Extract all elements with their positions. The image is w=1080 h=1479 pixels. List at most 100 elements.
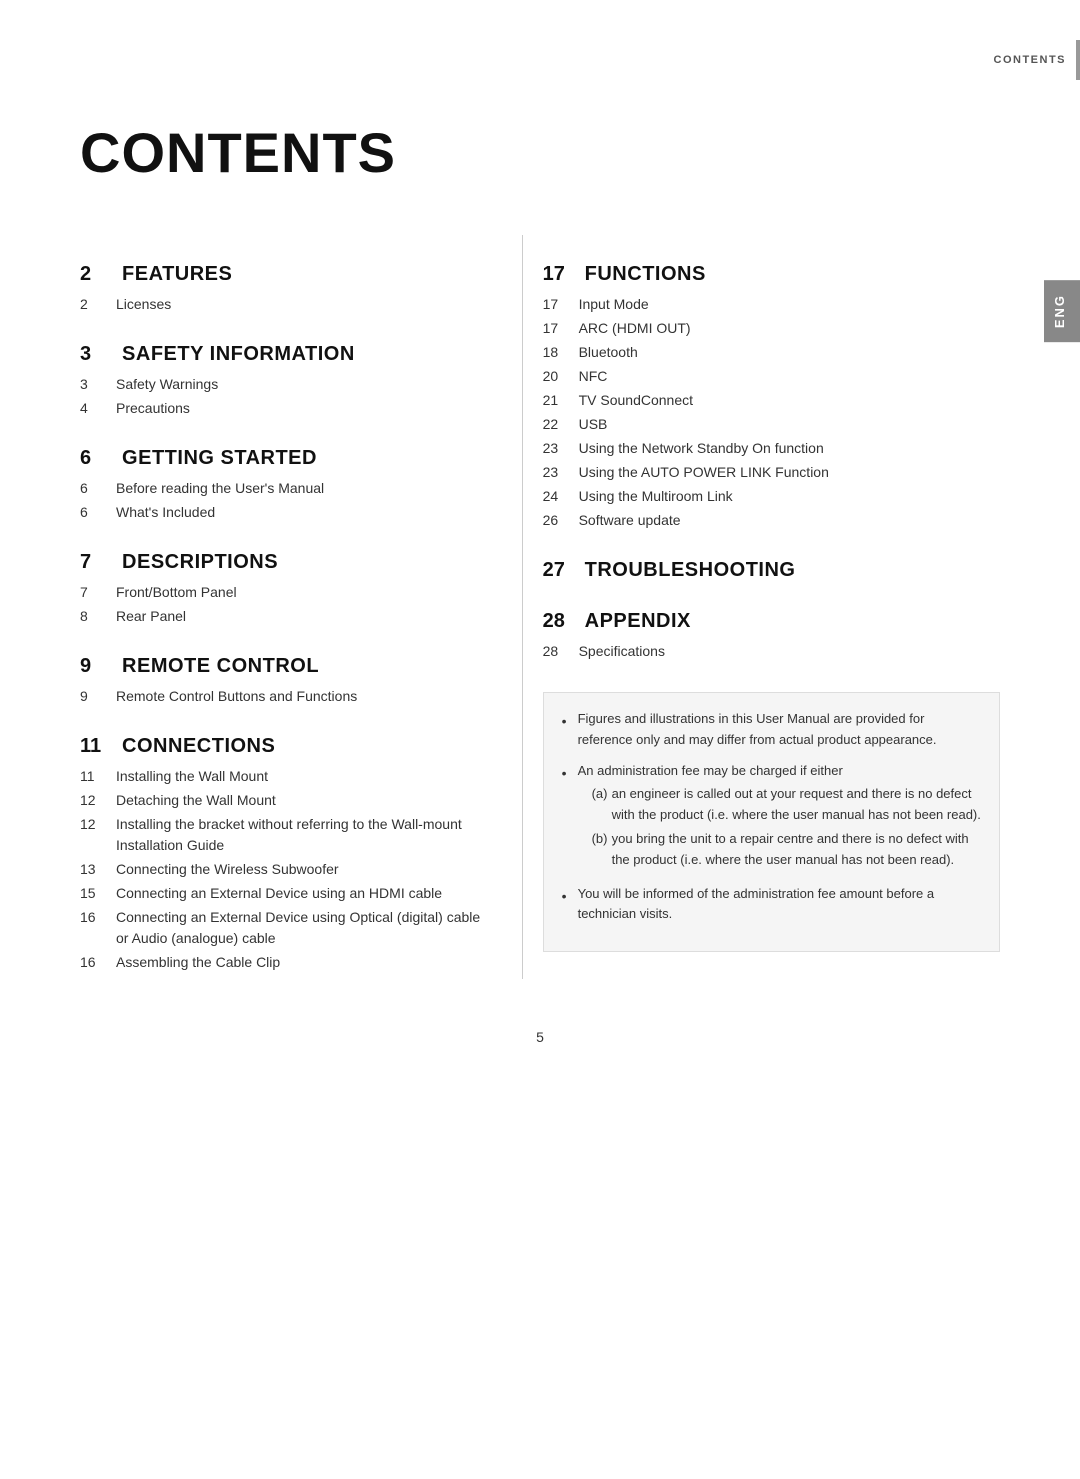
list-item: 11Installing the Wall Mount (80, 766, 482, 787)
section: 9 REMOTE CONTROL 9Remote Control Buttons … (80, 655, 482, 707)
section-items: 2Licenses (80, 294, 482, 315)
right-column: 17 FUNCTIONS 17Input Mode 17ARC (HDMI OUT)… (522, 235, 1000, 979)
list-item: 17ARC (HDMI OUT) (543, 318, 1000, 339)
item-number: 24 (543, 486, 579, 507)
item-text: What's Included (116, 502, 215, 523)
eng-tab: ENG (1044, 280, 1080, 342)
contents-layout: 2 FEATURES 2Licenses 3 SAFETY INFORMATION3… (80, 235, 1000, 979)
note-item: •An administration fee may be charged if… (562, 761, 981, 874)
section: 7 DESCRIPTIONS 7Front/Bottom Panel8Rear P… (80, 551, 482, 627)
section-header: 11 CONNECTIONS (80, 735, 482, 758)
section-title: FEATURES (116, 263, 232, 286)
item-number: 17 (543, 318, 579, 339)
section-number: 7 (80, 551, 116, 574)
left-column: 2 FEATURES 2Licenses 3 SAFETY INFORMATION3… (80, 235, 522, 979)
note-content: Figures and illustrations in this User M… (578, 709, 981, 751)
list-item: 23Using the Network Standby On function (543, 438, 1000, 459)
item-number: 22 (543, 414, 579, 435)
section-title: GETTING STARTED (116, 447, 317, 470)
section-header: 7 DESCRIPTIONS (80, 551, 482, 574)
section-title: FUNCTIONS (579, 263, 706, 286)
item-text: Using the AUTO POWER LINK Function (579, 462, 829, 483)
item-text: Connecting the Wireless Subwoofer (116, 859, 339, 880)
header-bar: CONTENTS (994, 40, 1080, 80)
note-bullet: • (562, 710, 578, 732)
note-sub-label: (a) (592, 784, 612, 805)
item-text: USB (579, 414, 608, 435)
section-header: 2 FEATURES (80, 263, 482, 286)
section: 3 SAFETY INFORMATION3Safety Warnings 4Pre… (80, 343, 482, 419)
section: 2 FEATURES 2Licenses (80, 263, 482, 315)
note-sub-text: you bring the unit to a repair centre an… (612, 829, 981, 871)
item-text: Safety Warnings (116, 374, 218, 395)
list-item: 6Before reading the User's Manual (80, 478, 482, 499)
item-text: Licenses (116, 294, 171, 315)
section-header: 9 REMOTE CONTROL (80, 655, 482, 678)
page-number: 5 (80, 1029, 1000, 1045)
section-header: 27 TROUBLESHOOTING (543, 559, 1000, 582)
header-vertical-line (1076, 40, 1080, 80)
note-sub-item: (b) you bring the unit to a repair centr… (592, 829, 981, 871)
list-item: 22USB (543, 414, 1000, 435)
section-title: DESCRIPTIONS (116, 551, 278, 574)
item-number: 3 (80, 374, 116, 395)
item-text: Connecting an External Device using Opti… (116, 907, 482, 949)
item-text: Assembling the Cable Clip (116, 952, 280, 973)
item-number: 23 (543, 438, 579, 459)
item-number: 2 (80, 294, 116, 315)
list-item: 16Assembling the Cable Clip (80, 952, 482, 973)
section-title: SAFETY INFORMATION (116, 343, 355, 366)
item-text: TV SoundConnect (579, 390, 693, 411)
list-item: 7Front/Bottom Panel (80, 582, 482, 603)
item-number: 16 (80, 907, 116, 928)
section-items: 7Front/Bottom Panel8Rear Panel (80, 582, 482, 627)
item-number: 11 (80, 766, 116, 787)
section-header: 28 APPENDIX (543, 610, 1000, 633)
note-content: You will be informed of the administrati… (578, 884, 981, 926)
item-number: 12 (80, 814, 116, 835)
item-text: Connecting an External Device using an H… (116, 883, 442, 904)
section-number: 27 (543, 559, 579, 582)
note-text: You will be informed of the administrati… (578, 886, 935, 922)
note-content: An administration fee may be charged if … (578, 761, 981, 874)
item-number: 13 (80, 859, 116, 880)
section-items: 9Remote Control Buttons and Functions (80, 686, 482, 707)
item-text: ARC (HDMI OUT) (579, 318, 691, 339)
item-number: 6 (80, 502, 116, 523)
item-text: Software update (579, 510, 681, 531)
item-text: NFC (579, 366, 608, 387)
item-text: Installing the Wall Mount (116, 766, 268, 787)
note-bullet: • (562, 885, 578, 907)
section-title: CONNECTIONS (116, 735, 275, 758)
list-item: 4Precautions (80, 398, 482, 419)
item-text: Detaching the Wall Mount (116, 790, 276, 811)
item-number: 18 (543, 342, 579, 363)
section: 28 APPENDIX28Specifications (543, 610, 1000, 662)
list-item: 12Detaching the Wall Mount (80, 790, 482, 811)
notes-box: •Figures and illustrations in this User … (543, 692, 1000, 952)
note-bullet: • (562, 762, 578, 784)
item-number: 28 (543, 641, 579, 662)
page-container: CONTENTS ENG CONTENTS 2 FEATURES 2License… (0, 0, 1080, 1479)
list-item: 13Connecting the Wireless Subwoofer (80, 859, 482, 880)
section-number: 9 (80, 655, 116, 678)
page-title: CONTENTS (80, 120, 1000, 185)
section-title: APPENDIX (579, 610, 691, 633)
list-item: 15Connecting an External Device using an… (80, 883, 482, 904)
item-number: 9 (80, 686, 116, 707)
section-header: 17 FUNCTIONS (543, 263, 1000, 286)
list-item: 23Using the AUTO POWER LINK Function (543, 462, 1000, 483)
list-item: 17Input Mode (543, 294, 1000, 315)
section-number: 3 (80, 343, 116, 366)
note-item: •Figures and illustrations in this User … (562, 709, 981, 751)
item-number: 4 (80, 398, 116, 419)
item-text: Bluetooth (579, 342, 638, 363)
item-number: 6 (80, 478, 116, 499)
header-contents-label: CONTENTS (994, 54, 1067, 66)
list-item: 18Bluetooth (543, 342, 1000, 363)
item-text: Front/Bottom Panel (116, 582, 237, 603)
note-item: •You will be informed of the administrat… (562, 884, 981, 926)
item-text: Using the Multiroom Link (579, 486, 733, 507)
section: 27 TROUBLESHOOTING (543, 559, 1000, 582)
note-sub-label: (b) (592, 829, 612, 850)
